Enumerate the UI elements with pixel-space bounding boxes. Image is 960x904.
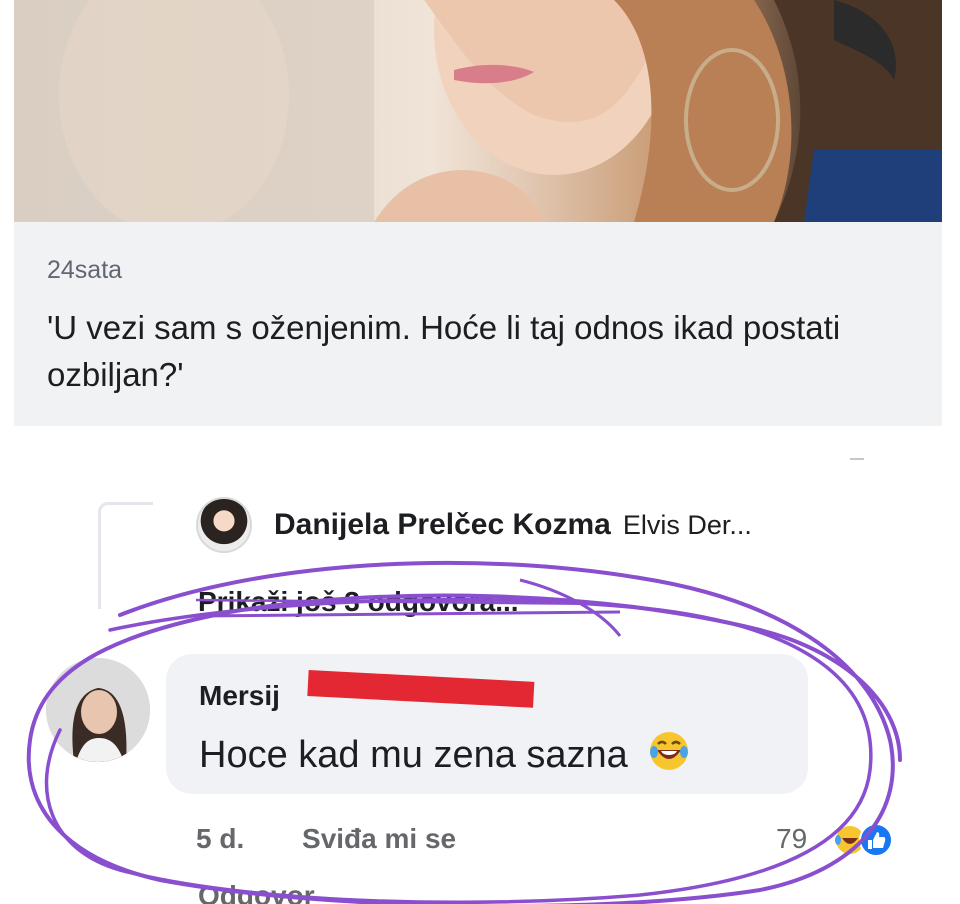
divider-dash xyxy=(850,458,864,460)
show-more-replies-link[interactable]: Prikaži još 3 odgovora... xyxy=(198,586,519,618)
comment-timestamp[interactable]: 5 d. xyxy=(196,823,244,854)
reply-preview[interactable]: Danijela Prelčec Kozma Elvis Der... xyxy=(196,496,752,554)
reply-author-name[interactable]: Danijela Prelčec Kozma xyxy=(274,508,611,542)
comments-section: Danijela Prelčec Kozma Elvis Der... Prik… xyxy=(0,440,960,904)
link-source: 24sata xyxy=(47,256,123,284)
facebook-post-screenshot: 24sata 'U vezi sam s oženjenim. Hoće li … xyxy=(0,0,960,904)
comment-actions: 5 d. Sviđa mi se xyxy=(196,823,456,855)
avatar[interactable] xyxy=(46,658,150,762)
link-text-area: 24sata 'U vezi sam s oženjenim. Hoće li … xyxy=(14,222,942,426)
reply-tagged-name: Elvis Der... xyxy=(622,509,752,540)
laughing-tears-icon xyxy=(650,732,689,770)
avatar[interactable] xyxy=(196,497,252,553)
reaction-count[interactable]: 79 xyxy=(776,823,807,855)
comment-author-name[interactable]: Mersij xyxy=(199,680,280,712)
comment-text: Hoce kad mu zena sazna xyxy=(199,730,690,777)
thread-connector-line xyxy=(98,502,153,609)
link-preview-card[interactable]: 24sata 'U vezi sam s oženjenim. Hoće li … xyxy=(14,0,942,426)
article-thumbnail[interactable] xyxy=(14,0,942,222)
link-headline[interactable]: 'U vezi sam s oženjenim. Hoće li taj odn… xyxy=(47,304,887,398)
commenter-photo xyxy=(46,658,150,762)
like-button[interactable]: Sviđa mi se xyxy=(302,823,456,854)
comment-bubble[interactable]: Mersij Hoce kad mu zena sazna xyxy=(166,654,808,794)
reply-button[interactable]: Odgovor xyxy=(198,880,315,904)
name-redaction-mark xyxy=(307,670,535,708)
woman-portrait-image xyxy=(14,0,942,222)
reactions-icon[interactable] xyxy=(830,820,910,860)
comment-body: Hoce kad mu zena sazna xyxy=(199,734,628,776)
